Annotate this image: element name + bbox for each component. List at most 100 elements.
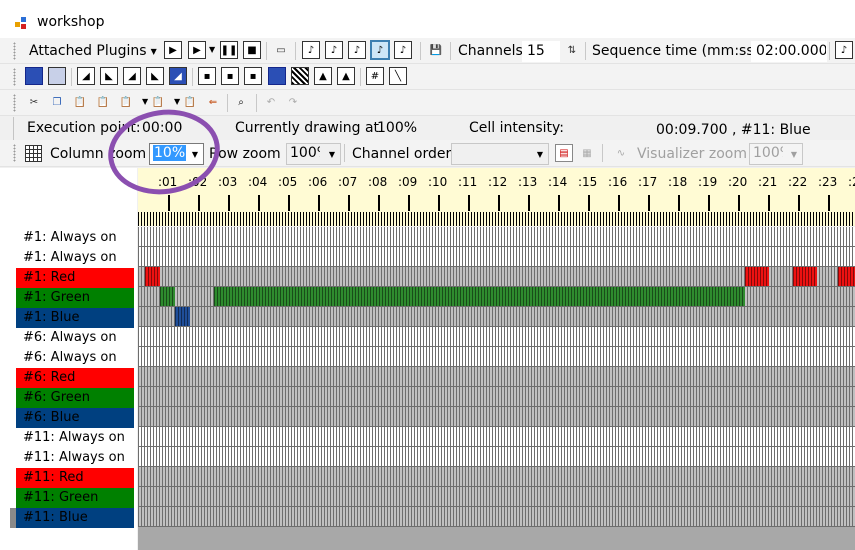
tape-icon[interactable]: ▭ [272,41,290,59]
shift-back-icon[interactable]: ⇐ [204,93,222,111]
fade-icon[interactable]: ◢ [169,67,187,85]
stop-icon[interactable]: ■ [243,41,261,59]
channel-label[interactable]: #1: Always on [16,228,134,248]
grid-row[interactable] [138,487,855,507]
paste-dropdown-arrow-icon[interactable]: ▼ [142,97,148,106]
dropdown-arrow-icon[interactable]: ▼ [326,144,338,164]
grid-row[interactable] [138,247,855,267]
channel-label[interactable]: #1: Green [16,288,134,308]
grid-row[interactable] [138,307,855,327]
grid-row[interactable] [138,427,855,447]
attached-plugins-dropdown[interactable]: Attached Plugins ▼ [29,40,157,62]
timeline-ruler[interactable]: :01:02:03:04:05:06:07:08:09:10:11:12:13:… [138,168,855,226]
dropdown-arrow-icon[interactable]: ▼ [189,144,201,164]
undo-icon[interactable]: ↶ [262,93,280,111]
grid-row[interactable] [138,367,855,387]
dropdown-arrow-icon[interactable]: ▼ [534,144,546,164]
grid-table-icon[interactable] [25,145,42,162]
channel-label[interactable]: #11: Red [16,468,134,488]
green-cell-run[interactable] [214,287,745,306]
diagonal-icon[interactable]: ╲ [389,67,407,85]
find-binoculars-icon[interactable]: ⌕ [232,93,250,111]
toolbar-grip[interactable] [13,144,16,162]
row-zoom-select[interactable]: 100% ▼ [286,143,341,165]
save-disabled-icon[interactable]: 💾 [427,41,445,59]
ramp-down-icon[interactable]: ◣ [100,67,118,85]
grid-row[interactable] [138,407,855,427]
channel-order-select[interactable]: ▼ [451,143,549,165]
play-dropdown-arrow-icon[interactable]: ▼ [209,45,215,54]
pause-icon[interactable]: ❚❚ [220,41,238,59]
insert-dropdown-arrow-icon[interactable]: ▼ [174,97,180,106]
shift-icon[interactable]: 📋 [181,93,199,111]
music-note-6-icon[interactable]: ♪ [835,41,853,59]
waveform-icon[interactable]: ∿ [612,144,630,162]
channel-label[interactable]: #6: Always on [16,348,134,368]
channel-label[interactable]: #6: Red [16,368,134,388]
toolbar-grip[interactable] [13,42,16,60]
channel-label[interactable]: #6: Blue [16,408,134,428]
music-note-4-icon[interactable]: ♪ [370,40,390,60]
music-note-1-icon[interactable]: ♪ [302,41,320,59]
mix-icon[interactable]: ▪ [221,67,239,85]
channels-input[interactable]: 15 [522,41,560,62]
intensity-icon[interactable]: ▪ [198,67,216,85]
color-channel-icon[interactable]: ▤ [555,144,573,162]
play-from-point-icon[interactable]: ▶ [188,41,206,59]
ramp-up-icon[interactable]: ◢ [77,67,95,85]
toolbar-grip[interactable] [13,94,16,112]
shimmer-icon[interactable]: ▪ [244,67,262,85]
sequence-time-input[interactable]: 02:00.000 [751,41,827,62]
random-icon[interactable] [291,67,309,85]
music-note-5-icon[interactable]: ♪ [394,41,412,59]
grid-empty-area[interactable] [138,527,855,550]
red-cell-run[interactable] [745,267,769,286]
chase-icon[interactable]: ▲ [314,67,332,85]
sort-icon[interactable]: ⇅ [563,41,581,59]
visualizer-zoom-select[interactable]: 100% ▼ [749,143,803,165]
blue-cell-run[interactable] [175,307,190,326]
play-icon[interactable]: ▶ [164,41,182,59]
partial-ramp-down-icon[interactable]: ◣ [146,67,164,85]
paste-options-icon[interactable]: 📋 [117,93,135,111]
music-note-3-icon[interactable]: ♪ [348,41,366,59]
grid-row[interactable] [138,327,855,347]
red-cell-run[interactable] [145,267,160,286]
channel-label[interactable]: #1: Blue [16,308,134,328]
channel-label[interactable]: #11: Blue [16,508,134,528]
grid-row[interactable] [138,347,855,367]
insert-icon[interactable]: 📋 [149,93,167,111]
grid-row[interactable] [138,507,855,527]
channel-label[interactable]: #6: Always on [16,328,134,348]
column-zoom-select[interactable]: 10% ▼ [149,143,204,165]
paste-icon[interactable]: 📋 [71,93,89,111]
copy-icon[interactable]: ❐ [48,93,66,111]
grid-row[interactable] [138,227,855,247]
sparkle-icon[interactable] [268,67,286,85]
red-cell-run[interactable] [793,267,817,286]
channel-label[interactable]: #6: Green [16,388,134,408]
channel-label[interactable]: #11: Green [16,488,134,508]
grid-icon[interactable]: # [366,67,384,85]
grid-row[interactable] [138,447,855,467]
channel-grid-icon[interactable]: ▦ [578,144,596,162]
toolbar-grip[interactable] [13,68,16,86]
channel-label[interactable]: #1: Red [16,268,134,288]
grid-row[interactable] [138,387,855,407]
off-icon[interactable] [48,67,66,85]
grid-row[interactable] [138,467,855,487]
redo-icon[interactable]: ↷ [284,93,302,111]
partial-ramp-up-icon[interactable]: ◢ [123,67,141,85]
on-icon[interactable] [25,67,43,85]
channel-label[interactable]: #11: Always on [16,428,134,448]
sequence-grid[interactable] [138,227,855,527]
music-note-2-icon[interactable]: ♪ [325,41,343,59]
dropdown-arrow-icon[interactable]: ▼ [788,144,800,164]
paste-special-icon[interactable]: 📋 [94,93,112,111]
red-cell-run[interactable] [838,267,855,286]
channel-label[interactable]: #11: Always on [16,448,134,468]
channel-label[interactable]: #1: Always on [16,248,134,268]
cut-icon[interactable]: ✂ [25,93,43,111]
mirror-icon[interactable]: ▲ [337,67,355,85]
green-cell-run[interactable] [160,287,175,306]
